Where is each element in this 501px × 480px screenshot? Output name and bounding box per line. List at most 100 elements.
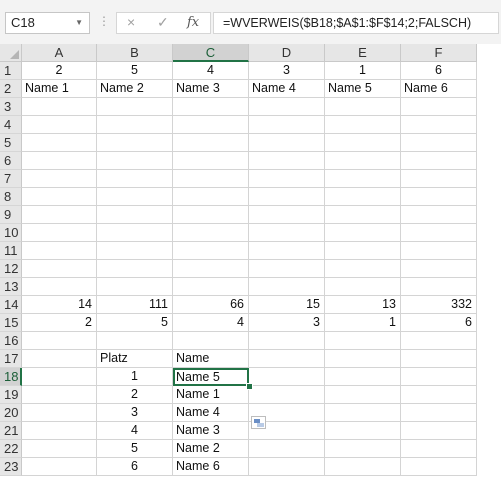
cell-c2[interactable]: Name 3 [173,80,249,98]
cell-b13[interactable] [97,278,173,296]
cell-c9[interactable] [173,206,249,224]
cell-e15[interactable]: 1 [325,314,401,332]
row-header-6[interactable]: 6 [0,152,22,170]
cell-e10[interactable] [325,224,401,242]
chevron-down-icon[interactable]: ▼ [75,13,83,33]
cell-f12[interactable] [401,260,477,278]
cell-b3[interactable] [97,98,173,116]
cell-a17[interactable] [22,350,97,368]
cell-e6[interactable] [325,152,401,170]
cell-b8[interactable] [97,188,173,206]
column-header-a[interactable]: A [22,44,97,62]
cell-f1[interactable]: 6 [401,62,477,80]
row-header-14[interactable]: 14 [0,296,22,314]
cell-b22[interactable]: 5 [97,440,173,458]
row-header-4[interactable]: 4 [0,116,22,134]
row-header-12[interactable]: 12 [0,260,22,278]
cell-c10[interactable] [173,224,249,242]
cell-e14[interactable]: 13 [325,296,401,314]
cell-f8[interactable] [401,188,477,206]
cell-d15[interactable]: 3 [249,314,325,332]
cell-f10[interactable] [401,224,477,242]
cell-a14[interactable]: 14 [22,296,97,314]
cell-f9[interactable] [401,206,477,224]
row-header-21[interactable]: 21 [0,422,22,440]
cell-d23[interactable] [249,458,325,476]
cell-a11[interactable] [22,242,97,260]
cell-e5[interactable] [325,134,401,152]
cell-c17[interactable]: Name [173,350,249,368]
cell-d17[interactable] [249,350,325,368]
cell-e2[interactable]: Name 5 [325,80,401,98]
cell-c4[interactable] [173,116,249,134]
cell-d3[interactable] [249,98,325,116]
column-header-e[interactable]: E [325,44,401,62]
cell-f2[interactable]: Name 6 [401,80,477,98]
cell-a21[interactable] [22,422,97,440]
cell-d22[interactable] [249,440,325,458]
cell-a7[interactable] [22,170,97,188]
cell-f6[interactable] [401,152,477,170]
column-header-d[interactable]: D [249,44,325,62]
row-header-19[interactable]: 19 [0,386,22,404]
cell-f22[interactable] [401,440,477,458]
row-header-20[interactable]: 20 [0,404,22,422]
cell-c11[interactable] [173,242,249,260]
cell-b20[interactable]: 3 [97,404,173,422]
cell-c6[interactable] [173,152,249,170]
cell-f16[interactable] [401,332,477,350]
cell-b18[interactable]: 1 [97,368,173,386]
cell-e21[interactable] [325,422,401,440]
cell-a23[interactable] [22,458,97,476]
drag-handle-icon[interactable]: ⋮ [98,14,110,28]
cell-b12[interactable] [97,260,173,278]
cell-a20[interactable] [22,404,97,422]
cell-b23[interactable]: 6 [97,458,173,476]
cell-e3[interactable] [325,98,401,116]
cell-f13[interactable] [401,278,477,296]
cell-e1[interactable]: 1 [325,62,401,80]
cell-b16[interactable] [97,332,173,350]
cell-c22[interactable]: Name 2 [173,440,249,458]
row-header-23[interactable]: 23 [0,458,22,476]
cell-b19[interactable]: 2 [97,386,173,404]
cell-b5[interactable] [97,134,173,152]
row-header-1[interactable]: 1 [0,62,22,80]
cell-e20[interactable] [325,404,401,422]
cell-c19[interactable]: Name 1 [173,386,249,404]
row-header-16[interactable]: 16 [0,332,22,350]
cell-b2[interactable]: Name 2 [97,80,173,98]
cell-f5[interactable] [401,134,477,152]
row-header-17[interactable]: 17 [0,350,22,368]
row-header-13[interactable]: 13 [0,278,22,296]
cell-f18[interactable] [401,368,477,386]
select-all-button[interactable] [0,44,22,62]
row-header-2[interactable]: 2 [0,80,22,98]
cell-b14[interactable]: 111 [97,296,173,314]
row-header-18[interactable]: 18 [0,368,22,386]
cell-a18[interactable] [22,368,97,386]
row-header-10[interactable]: 10 [0,224,22,242]
row-header-22[interactable]: 22 [0,440,22,458]
cell-a10[interactable] [22,224,97,242]
row-header-3[interactable]: 3 [0,98,22,116]
insert-function-icon[interactable]: fx [187,15,199,30]
name-box[interactable]: C18 ▼ [5,12,90,34]
cell-d2[interactable]: Name 4 [249,80,325,98]
cell-c21[interactable]: Name 3 [173,422,249,440]
cell-b21[interactable]: 4 [97,422,173,440]
cell-d11[interactable] [249,242,325,260]
cell-d1[interactable]: 3 [249,62,325,80]
cell-a5[interactable] [22,134,97,152]
cell-a2[interactable]: Name 1 [22,80,97,98]
cell-e4[interactable] [325,116,401,134]
fill-handle[interactable] [246,383,253,390]
cell-e23[interactable] [325,458,401,476]
cell-c18[interactable]: Name 5 [173,368,249,386]
cell-a9[interactable] [22,206,97,224]
cell-d16[interactable] [249,332,325,350]
cell-d18[interactable] [249,368,325,386]
cell-b11[interactable] [97,242,173,260]
cell-d4[interactable] [249,116,325,134]
cell-a15[interactable]: 2 [22,314,97,332]
